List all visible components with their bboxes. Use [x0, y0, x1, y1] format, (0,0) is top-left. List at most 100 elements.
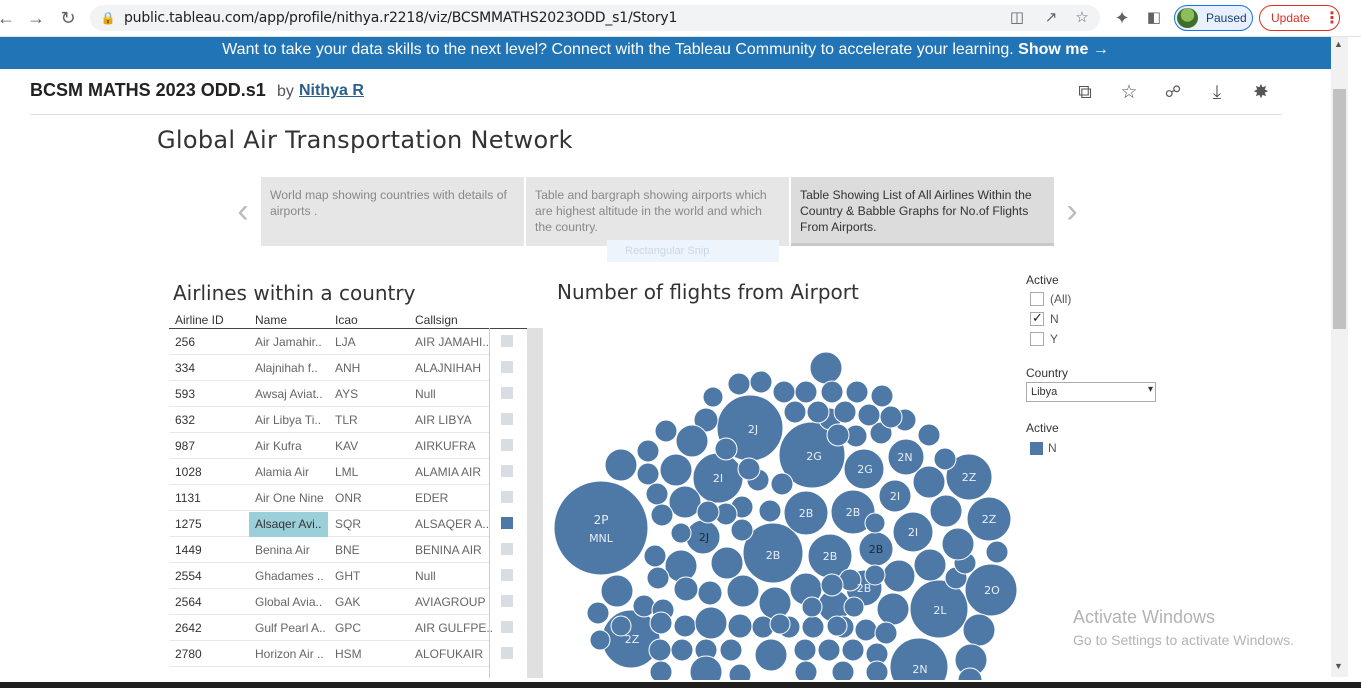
- bubble[interactable]: [754, 638, 788, 672]
- bubble[interactable]: [589, 629, 611, 651]
- bubble[interactable]: [985, 540, 1009, 564]
- cell-icao[interactable]: BNE: [335, 543, 360, 557]
- bubble[interactable]: [854, 618, 878, 642]
- bubble[interactable]: [649, 611, 673, 635]
- bubble[interactable]: [719, 638, 743, 662]
- bubble[interactable]: [864, 512, 886, 534]
- bubble[interactable]: [636, 439, 660, 463]
- bubble[interactable]: [654, 419, 678, 443]
- bubble[interactable]: [694, 606, 728, 640]
- profile-paused-button[interactable]: Paused: [1174, 5, 1253, 31]
- country-dropdown[interactable]: Libya ▾: [1026, 382, 1156, 402]
- cell-callsign[interactable]: AIRKUFRA: [415, 439, 476, 453]
- cell-name[interactable]: Awsaj Aviat..: [255, 387, 323, 401]
- bubble[interactable]: [650, 503, 674, 527]
- table-row[interactable]: 1028 Alamia Air LML ALAMIA AIR: [169, 459, 489, 485]
- reload-icon[interactable]: ↻: [58, 8, 78, 28]
- bubble[interactable]: [941, 527, 975, 561]
- bubble[interactable]: [710, 546, 744, 580]
- cell-name[interactable]: Gulf Pearl A..: [255, 621, 326, 635]
- cell-name[interactable]: Horizon Air ..: [255, 647, 324, 661]
- bubble[interactable]: [826, 423, 850, 447]
- bubble[interactable]: [714, 437, 738, 461]
- row-mark[interactable]: [501, 465, 513, 477]
- col-header-name[interactable]: Name: [255, 313, 287, 327]
- cell-airline-id[interactable]: 1028: [175, 465, 202, 479]
- bubble[interactable]: [649, 660, 673, 680]
- bubble[interactable]: [643, 544, 667, 568]
- row-mark[interactable]: [501, 361, 513, 373]
- download-icon[interactable]: ⤓: [1206, 82, 1228, 104]
- cell-callsign[interactable]: AIR LIBYA: [415, 413, 471, 427]
- badge-icon[interactable]: ✸: [1250, 82, 1272, 104]
- cell-airline-id[interactable]: 256: [175, 335, 195, 349]
- checkbox-n-label[interactable]: N: [1050, 312, 1059, 326]
- row-mark[interactable]: [501, 543, 513, 555]
- bubble[interactable]: [817, 638, 841, 662]
- table-row[interactable]: 2642 Gulf Pearl A.. GPC AIR GULFPE..: [169, 615, 493, 641]
- col-header-icao[interactable]: Icao: [335, 313, 358, 327]
- cell-icao[interactable]: LJA: [335, 335, 356, 349]
- cell-callsign[interactable]: ALAMIA AIR: [415, 465, 481, 479]
- cell-icao[interactable]: TLR: [335, 413, 358, 427]
- bubble[interactable]: [646, 566, 670, 590]
- cell-name[interactable]: Air Kufra: [255, 439, 302, 453]
- bubble[interactable]: [870, 384, 894, 408]
- bubble[interactable]: [806, 400, 830, 424]
- cell-airline-id[interactable]: 2564: [175, 595, 202, 609]
- story-point-2[interactable]: Table and bargraph showing airports whic…: [526, 177, 789, 246]
- bubble[interactable]: [670, 522, 692, 544]
- story-point-1[interactable]: World map showing countries with details…: [261, 177, 524, 246]
- row-mark[interactable]: [501, 439, 513, 451]
- share-icon[interactable]: ☍: [1162, 82, 1184, 104]
- table-row[interactable]: 2564 Global Avia.. GAK AVIAGROUP: [169, 589, 489, 615]
- lock-icon[interactable]: 🔒: [98, 8, 118, 28]
- cell-airline-id[interactable]: 2554: [175, 569, 202, 583]
- table-row[interactable]: 987 Air Kufra KAV AIRKUFRA: [169, 433, 489, 459]
- address-bar[interactable]: 🔒 public.tableau.com/app/profile/nithya.…: [90, 5, 1100, 31]
- scroll-thumb[interactable]: [1333, 89, 1346, 329]
- bubble[interactable]: [728, 663, 752, 680]
- cell-callsign[interactable]: EDER: [415, 491, 448, 505]
- bubble[interactable]: [586, 601, 610, 625]
- table-row[interactable]: 1131 Air One Nine ONR EDER: [169, 485, 489, 511]
- bubble[interactable]: [882, 559, 916, 593]
- bubble[interactable]: [727, 613, 753, 639]
- row-mark[interactable]: [501, 621, 513, 633]
- bubble[interactable]: [673, 614, 697, 638]
- side-panel-icon[interactable]: ◧: [1144, 8, 1164, 28]
- row-mark[interactable]: [501, 595, 513, 607]
- table-scrollbar[interactable]: [527, 328, 543, 678]
- cell-icao[interactable]: AYS: [335, 387, 358, 401]
- bubble[interactable]: [783, 400, 807, 424]
- table-row[interactable]: 1449 Benina Air BNE BENINA AIR: [169, 537, 489, 563]
- bubble[interactable]: [632, 594, 656, 618]
- bubble[interactable]: [917, 423, 941, 447]
- checkbox-y[interactable]: [1030, 332, 1044, 346]
- bubble[interactable]: [668, 485, 702, 519]
- bubble[interactable]: [697, 580, 723, 606]
- bubble[interactable]: [770, 472, 794, 496]
- bubble[interactable]: [600, 574, 634, 608]
- cell-callsign[interactable]: ALSAQER A..: [415, 517, 489, 531]
- copy-icon[interactable]: ⧉: [1074, 82, 1096, 104]
- table-row[interactable]: 256 Air Jamahir.. LJA AIR JAMAHI..: [169, 329, 489, 355]
- bubble[interactable]: [648, 638, 672, 662]
- cell-name[interactable]: Ghadames ..: [255, 569, 324, 583]
- cell-airline-id[interactable]: 2780: [175, 647, 202, 661]
- bubble[interactable]: [737, 457, 761, 481]
- bubble[interactable]: [730, 518, 754, 542]
- cell-icao[interactable]: GPC: [335, 621, 361, 635]
- cell-icao[interactable]: GAK: [335, 595, 360, 609]
- legend-swatch[interactable]: [1030, 442, 1043, 455]
- bubble[interactable]: [675, 424, 709, 458]
- share-icon[interactable]: ↗: [1041, 8, 1061, 28]
- bubble[interactable]: [857, 403, 881, 427]
- bubble[interactable]: [769, 613, 791, 635]
- cell-name[interactable]: Global Avia..: [255, 595, 322, 609]
- bubble[interactable]: [845, 380, 869, 404]
- cell-icao[interactable]: ONR: [335, 491, 362, 505]
- table-row[interactable]: 1275 Alsaqer Avi.. SQR ALSAQER A..: [169, 511, 489, 537]
- back-icon[interactable]: ←: [0, 8, 16, 28]
- table-row[interactable]: 593 Awsaj Aviat.. AYS Null: [169, 381, 489, 407]
